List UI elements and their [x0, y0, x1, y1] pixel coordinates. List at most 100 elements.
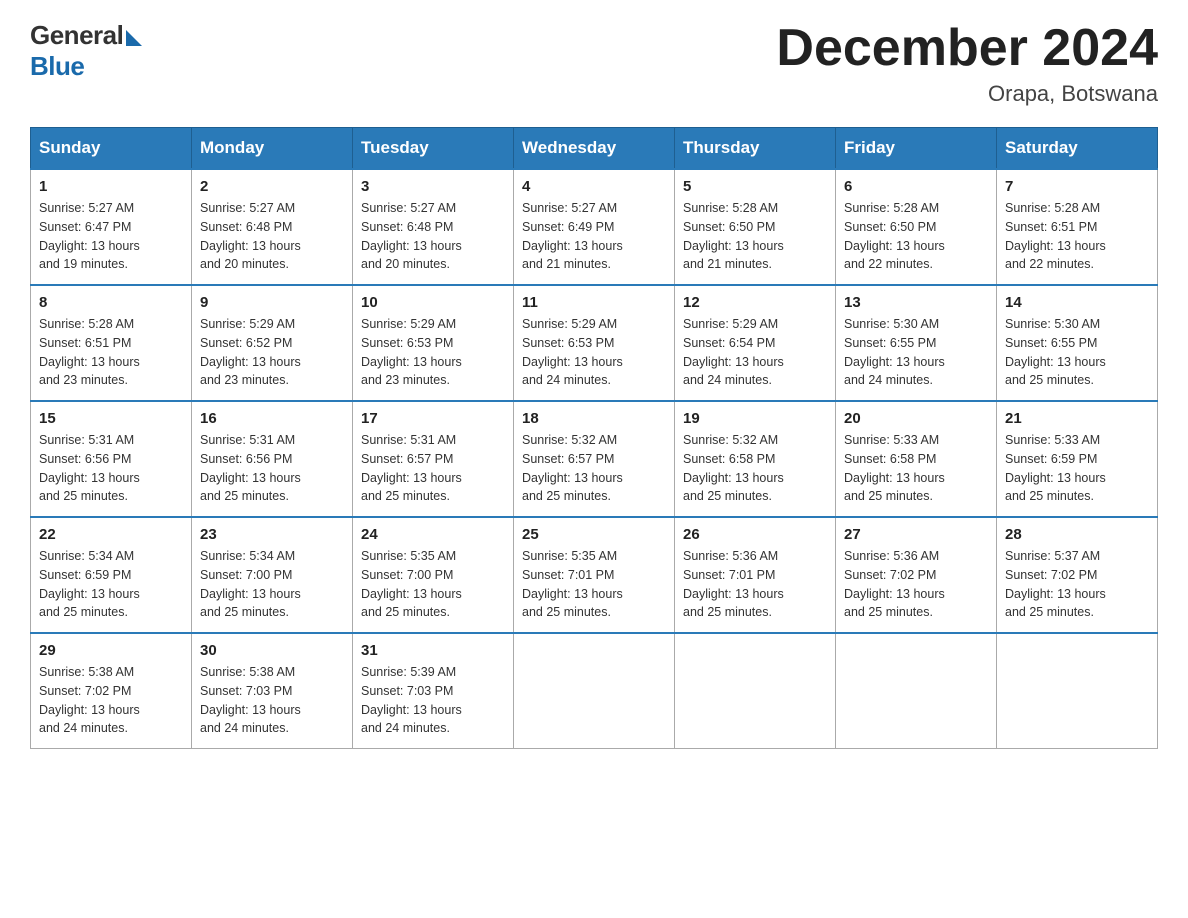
table-row: 16 Sunrise: 5:31 AMSunset: 6:56 PMDayligh…	[192, 401, 353, 517]
day-info: Sunrise: 5:31 AMSunset: 6:57 PMDaylight:…	[361, 431, 505, 506]
day-number: 2	[200, 178, 344, 195]
day-info: Sunrise: 5:35 AMSunset: 7:01 PMDaylight:…	[522, 547, 666, 622]
table-row: 4Sunrise: 5:27 AMSunset: 6:49 PMDaylight…	[514, 169, 675, 285]
day-info: Sunrise: 5:38 AMSunset: 7:03 PMDaylight:…	[200, 663, 344, 738]
day-number: 31	[361, 642, 505, 659]
day-number: 14	[1005, 294, 1149, 311]
day-info: Sunrise: 5:27 AMSunset: 6:47 PMDaylight:…	[39, 199, 183, 274]
week-row-1: 1 Sunrise: 5:27 AMSunset: 6:47 PMDaylight…	[31, 169, 1158, 285]
title-area: December 2024 Orapa, Botswana	[776, 20, 1158, 107]
day-info: Sunrise: 5:29 AMSunset: 6:54 PMDaylight:…	[683, 315, 827, 390]
table-row: 22 Sunrise: 5:34 AMSunset: 6:59 PMDayligh…	[31, 517, 192, 633]
calendar-header-row: Sunday Monday Tuesday Wednesday Thursday…	[31, 128, 1158, 170]
day-number: 18	[522, 410, 666, 427]
day-number: 8	[39, 294, 183, 311]
table-row: 14Sunrise: 5:30 AMSunset: 6:55 PMDayligh…	[997, 285, 1158, 401]
day-number: 26	[683, 526, 827, 543]
table-row: 27Sunrise: 5:36 AMSunset: 7:02 PMDayligh…	[836, 517, 997, 633]
table-row: 5 Sunrise: 5:28 AMSunset: 6:50 PMDaylight…	[675, 169, 836, 285]
col-sunday: Sunday	[31, 128, 192, 170]
table-row: 17Sunrise: 5:31 AMSunset: 6:57 PMDayligh…	[353, 401, 514, 517]
location-label: Orapa, Botswana	[776, 81, 1158, 107]
table-row: 30 Sunrise: 5:38 AMSunset: 7:03 PMDayligh…	[192, 633, 353, 749]
col-saturday: Saturday	[997, 128, 1158, 170]
page-header: General Blue December 2024 Orapa, Botswa…	[30, 20, 1158, 107]
table-row: 28Sunrise: 5:37 AMSunset: 7:02 PMDayligh…	[997, 517, 1158, 633]
logo: General Blue	[30, 20, 142, 82]
table-row	[675, 633, 836, 749]
table-row	[997, 633, 1158, 749]
day-info: Sunrise: 5:29 AMSunset: 6:52 PMDaylight:…	[200, 315, 344, 390]
day-info: Sunrise: 5:30 AMSunset: 6:55 PMDaylight:…	[844, 315, 988, 390]
day-info: Sunrise: 5:38 AMSunset: 7:02 PMDaylight:…	[39, 663, 183, 738]
col-monday: Monday	[192, 128, 353, 170]
day-number: 16	[200, 410, 344, 427]
logo-blue-text: Blue	[30, 51, 84, 81]
day-number: 10	[361, 294, 505, 311]
table-row	[836, 633, 997, 749]
day-info: Sunrise: 5:36 AMSunset: 7:01 PMDaylight:…	[683, 547, 827, 622]
col-tuesday: Tuesday	[353, 128, 514, 170]
table-row: 31 Sunrise: 5:39 AMSunset: 7:03 PMDayligh…	[353, 633, 514, 749]
day-info: Sunrise: 5:32 AMSunset: 6:58 PMDaylight:…	[683, 431, 827, 506]
logo-general-text: General	[30, 20, 123, 51]
table-row: 25 Sunrise: 5:35 AMSunset: 7:01 PMDayligh…	[514, 517, 675, 633]
day-info: Sunrise: 5:29 AMSunset: 6:53 PMDaylight:…	[361, 315, 505, 390]
table-row: 19 Sunrise: 5:32 AMSunset: 6:58 PMDayligh…	[675, 401, 836, 517]
table-row: 26 Sunrise: 5:36 AMSunset: 7:01 PMDayligh…	[675, 517, 836, 633]
day-number: 29	[39, 642, 183, 659]
table-row: 18 Sunrise: 5:32 AMSunset: 6:57 PMDayligh…	[514, 401, 675, 517]
table-row: 12 Sunrise: 5:29 AMSunset: 6:54 PMDayligh…	[675, 285, 836, 401]
day-info: Sunrise: 5:33 AMSunset: 6:58 PMDaylight:…	[844, 431, 988, 506]
day-info: Sunrise: 5:27 AMSunset: 6:48 PMDaylight:…	[200, 199, 344, 274]
day-info: Sunrise: 5:28 AMSunset: 6:50 PMDaylight:…	[844, 199, 988, 274]
day-info: Sunrise: 5:33 AMSunset: 6:59 PMDaylight:…	[1005, 431, 1149, 506]
day-number: 7	[1005, 178, 1149, 195]
table-row: 2 Sunrise: 5:27 AMSunset: 6:48 PMDaylight…	[192, 169, 353, 285]
day-info: Sunrise: 5:28 AMSunset: 6:50 PMDaylight:…	[683, 199, 827, 274]
day-number: 13	[844, 294, 988, 311]
day-number: 30	[200, 642, 344, 659]
day-number: 28	[1005, 526, 1149, 543]
day-number: 19	[683, 410, 827, 427]
table-row: 23Sunrise: 5:34 AMSunset: 7:00 PMDayligh…	[192, 517, 353, 633]
table-row: 6 Sunrise: 5:28 AMSunset: 6:50 PMDaylight…	[836, 169, 997, 285]
day-number: 22	[39, 526, 183, 543]
week-row-3: 15 Sunrise: 5:31 AMSunset: 6:56 PMDayligh…	[31, 401, 1158, 517]
day-info: Sunrise: 5:28 AMSunset: 6:51 PMDaylight:…	[39, 315, 183, 390]
day-number: 11	[522, 294, 666, 311]
day-info: Sunrise: 5:27 AMSunset: 6:49 PMDaylight:…	[522, 199, 666, 274]
table-row: 7Sunrise: 5:28 AMSunset: 6:51 PMDaylight…	[997, 169, 1158, 285]
table-row: 13 Sunrise: 5:30 AMSunset: 6:55 PMDayligh…	[836, 285, 997, 401]
week-row-4: 22 Sunrise: 5:34 AMSunset: 6:59 PMDayligh…	[31, 517, 1158, 633]
logo-triangle-icon	[126, 30, 142, 46]
day-info: Sunrise: 5:35 AMSunset: 7:00 PMDaylight:…	[361, 547, 505, 622]
day-info: Sunrise: 5:34 AMSunset: 6:59 PMDaylight:…	[39, 547, 183, 622]
table-row: 29 Sunrise: 5:38 AMSunset: 7:02 PMDayligh…	[31, 633, 192, 749]
day-info: Sunrise: 5:27 AMSunset: 6:48 PMDaylight:…	[361, 199, 505, 274]
calendar-table: Sunday Monday Tuesday Wednesday Thursday…	[30, 127, 1158, 749]
table-row: 24Sunrise: 5:35 AMSunset: 7:00 PMDayligh…	[353, 517, 514, 633]
day-number: 20	[844, 410, 988, 427]
day-number: 6	[844, 178, 988, 195]
day-number: 9	[200, 294, 344, 311]
day-number: 15	[39, 410, 183, 427]
table-row: 9 Sunrise: 5:29 AMSunset: 6:52 PMDaylight…	[192, 285, 353, 401]
table-row: 15 Sunrise: 5:31 AMSunset: 6:56 PMDayligh…	[31, 401, 192, 517]
day-number: 12	[683, 294, 827, 311]
table-row: 8 Sunrise: 5:28 AMSunset: 6:51 PMDaylight…	[31, 285, 192, 401]
day-number: 1	[39, 178, 183, 195]
day-info: Sunrise: 5:34 AMSunset: 7:00 PMDaylight:…	[200, 547, 344, 622]
table-row	[514, 633, 675, 749]
day-info: Sunrise: 5:31 AMSunset: 6:56 PMDaylight:…	[200, 431, 344, 506]
table-row: 10 Sunrise: 5:29 AMSunset: 6:53 PMDayligh…	[353, 285, 514, 401]
day-info: Sunrise: 5:36 AMSunset: 7:02 PMDaylight:…	[844, 547, 988, 622]
col-wednesday: Wednesday	[514, 128, 675, 170]
day-info: Sunrise: 5:39 AMSunset: 7:03 PMDaylight:…	[361, 663, 505, 738]
day-number: 5	[683, 178, 827, 195]
day-info: Sunrise: 5:31 AMSunset: 6:56 PMDaylight:…	[39, 431, 183, 506]
table-row: 3Sunrise: 5:27 AMSunset: 6:48 PMDaylight…	[353, 169, 514, 285]
day-info: Sunrise: 5:32 AMSunset: 6:57 PMDaylight:…	[522, 431, 666, 506]
day-number: 21	[1005, 410, 1149, 427]
day-number: 25	[522, 526, 666, 543]
